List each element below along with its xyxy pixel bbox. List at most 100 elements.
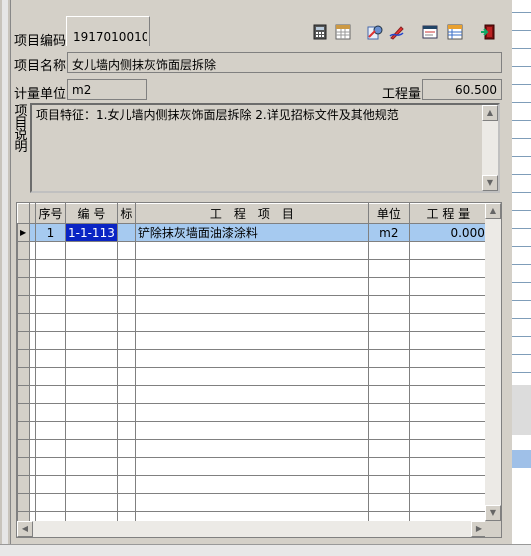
empty-cell[interactable] xyxy=(35,241,66,260)
empty-cell[interactable] xyxy=(116,367,136,386)
row-indicator[interactable] xyxy=(17,475,30,494)
empty-cell[interactable] xyxy=(35,259,66,278)
empty-cell[interactable] xyxy=(116,421,136,440)
empty-cell[interactable] xyxy=(134,475,369,494)
row-indicator[interactable] xyxy=(17,385,30,404)
grid-row[interactable] xyxy=(17,277,488,296)
empty-cell[interactable] xyxy=(134,331,369,350)
item-header[interactable]: 工 程 项 目 xyxy=(134,203,369,224)
row-indicator[interactable]: ▶ xyxy=(17,223,30,242)
unit-field[interactable]: m2 xyxy=(67,79,147,100)
empty-cell[interactable] xyxy=(116,313,136,332)
row-indicator[interactable] xyxy=(17,259,30,278)
settings-transfer-icon[interactable] xyxy=(367,24,383,40)
empty-cell[interactable] xyxy=(35,313,66,332)
empty-cell[interactable] xyxy=(367,457,410,476)
empty-cell[interactable] xyxy=(134,457,369,476)
grid-row[interactable] xyxy=(17,493,488,512)
grid-row[interactable] xyxy=(17,457,488,476)
edit-pen-icon[interactable] xyxy=(389,24,405,40)
flag-header[interactable]: 标 xyxy=(116,203,136,224)
code-field[interactable]: 191701001001 xyxy=(68,26,148,47)
grid-row[interactable] xyxy=(17,403,488,422)
grid-row[interactable] xyxy=(17,421,488,440)
empty-cell[interactable] xyxy=(367,277,410,296)
grid-row[interactable] xyxy=(17,439,488,458)
empty-cell[interactable] xyxy=(65,439,118,458)
empty-cell[interactable] xyxy=(408,493,488,512)
empty-cell[interactable] xyxy=(65,367,118,386)
empty-cell[interactable] xyxy=(65,493,118,512)
qty-cell[interactable]: 0.000 xyxy=(408,223,488,242)
empty-cell[interactable] xyxy=(35,349,66,368)
row-indicator[interactable] xyxy=(17,457,30,476)
qty-header[interactable]: 工 程 量 xyxy=(408,203,488,224)
row-indicator[interactable] xyxy=(17,349,30,368)
empty-cell[interactable] xyxy=(134,493,369,512)
grid-row[interactable] xyxy=(17,349,488,368)
empty-cell[interactable] xyxy=(134,403,369,422)
row-indicator[interactable] xyxy=(17,367,30,386)
flag-cell[interactable] xyxy=(116,223,136,242)
empty-cell[interactable] xyxy=(116,277,136,296)
grid-scroll-left-button[interactable]: ◀ xyxy=(17,521,33,537)
quantity-field[interactable]: 60.500 xyxy=(422,79,502,100)
empty-cell[interactable] xyxy=(408,367,488,386)
empty-cell[interactable] xyxy=(116,493,136,512)
empty-cell[interactable] xyxy=(116,475,136,494)
empty-cell[interactable] xyxy=(35,475,66,494)
empty-cell[interactable] xyxy=(134,439,369,458)
items-grid[interactable]: 序号 编 号 标 工 程 项 目 单位 工 程 量 ▶ 1 1-1-113 铲除抹灰墙… xyxy=(16,202,502,538)
empty-cell[interactable] xyxy=(65,403,118,422)
row-indicator[interactable] xyxy=(17,295,30,314)
empty-cell[interactable] xyxy=(116,331,136,350)
empty-cell[interactable] xyxy=(134,277,369,296)
empty-cell[interactable] xyxy=(116,295,136,314)
empty-cell[interactable] xyxy=(65,295,118,314)
empty-cell[interactable] xyxy=(65,421,118,440)
empty-cell[interactable] xyxy=(65,385,118,404)
empty-cell[interactable] xyxy=(65,331,118,350)
seq-header[interactable]: 序号 xyxy=(35,203,66,224)
empty-cell[interactable] xyxy=(35,457,66,476)
empty-cell[interactable] xyxy=(367,349,410,368)
empty-cell[interactable] xyxy=(35,367,66,386)
empty-cell[interactable] xyxy=(367,475,410,494)
spreadsheet-icon[interactable] xyxy=(447,24,463,40)
empty-cell[interactable] xyxy=(116,457,136,476)
exit-door-icon[interactable] xyxy=(480,24,496,40)
row-indicator[interactable] xyxy=(17,313,30,332)
empty-cell[interactable] xyxy=(134,259,369,278)
item-cell[interactable]: 铲除抹灰墙面油漆涂料 xyxy=(134,223,369,242)
seq-cell[interactable]: 1 xyxy=(35,223,66,242)
empty-cell[interactable] xyxy=(65,457,118,476)
row-indicator[interactable] xyxy=(17,277,30,296)
empty-cell[interactable] xyxy=(408,295,488,314)
grid-row[interactable] xyxy=(17,313,488,332)
grid-row[interactable] xyxy=(17,241,488,260)
empty-cell[interactable] xyxy=(367,241,410,260)
empty-cell[interactable] xyxy=(408,277,488,296)
empty-cell[interactable] xyxy=(35,421,66,440)
scroll-up-button[interactable]: ▲ xyxy=(482,105,498,121)
empty-cell[interactable] xyxy=(35,403,66,422)
empty-cell[interactable] xyxy=(116,403,136,422)
empty-cell[interactable] xyxy=(367,421,410,440)
grid-row[interactable] xyxy=(17,295,488,314)
grid-row[interactable] xyxy=(17,367,488,386)
empty-cell[interactable] xyxy=(35,277,66,296)
empty-cell[interactable] xyxy=(408,349,488,368)
empty-cell[interactable] xyxy=(134,313,369,332)
empty-cell[interactable] xyxy=(367,385,410,404)
empty-cell[interactable] xyxy=(116,241,136,260)
description-scrollbar[interactable]: ▲ ▼ xyxy=(482,105,498,191)
empty-cell[interactable] xyxy=(367,295,410,314)
row-indicator[interactable] xyxy=(17,241,30,260)
empty-cell[interactable] xyxy=(116,439,136,458)
empty-cell[interactable] xyxy=(134,241,369,260)
grid-vertical-scrollbar[interactable]: ▲ ▼ xyxy=(485,203,501,521)
empty-cell[interactable] xyxy=(134,349,369,368)
calculator-icon[interactable] xyxy=(312,24,328,40)
empty-cell[interactable] xyxy=(65,349,118,368)
empty-cell[interactable] xyxy=(408,313,488,332)
